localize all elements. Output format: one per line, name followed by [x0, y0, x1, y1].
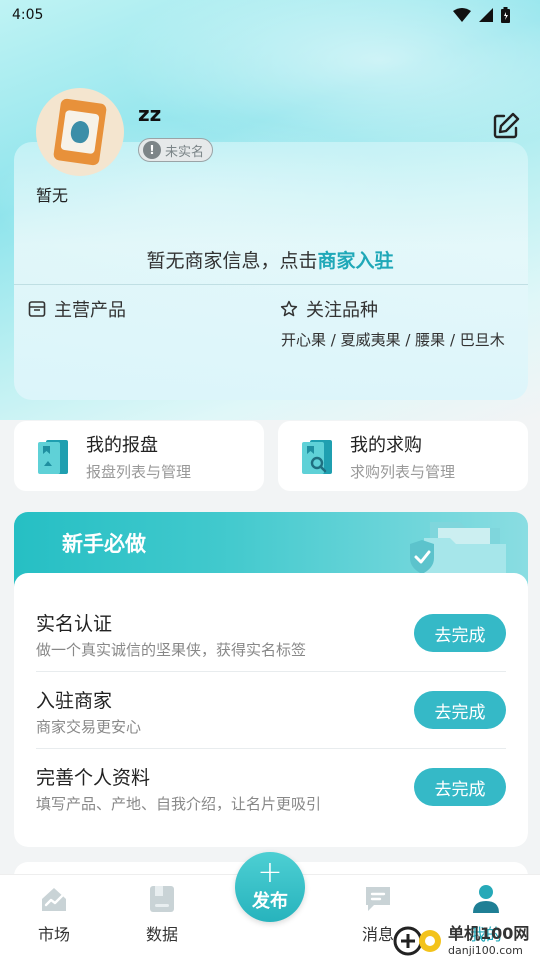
- offer-list-icon: [38, 440, 68, 474]
- newbie-tasks-section: 新手必做 实名认证 做一个真实诚信的坚果侠，获得实名标签 去完成 入驻商家 商家…: [14, 512, 528, 847]
- task-subtitle: 商家交易更安心: [36, 718, 142, 736]
- status-bar: 4:05: [0, 0, 540, 30]
- complete-verification-button[interactable]: 去完成: [414, 614, 506, 652]
- my-purchases-card[interactable]: 我的求购 求购列表与管理: [278, 421, 528, 491]
- my-purchases-subtitle: 求购列表与管理: [350, 462, 456, 481]
- merchant-join-link[interactable]: 商家入驻: [318, 250, 394, 272]
- publish-button[interactable]: + 发布: [235, 852, 305, 922]
- user-icon: [473, 885, 499, 913]
- task-row: 入驻商家 商家交易更安心 去完成: [36, 672, 506, 749]
- task-row: 实名认证 做一个真实诚信的坚果侠，获得实名标签 去完成: [36, 595, 506, 672]
- newbie-task-list: 实名认证 做一个真实诚信的坚果侠，获得实名标签 去完成 入驻商家 商家交易更安心…: [14, 573, 528, 847]
- username: zz: [138, 102, 162, 126]
- divider: [14, 284, 528, 285]
- task-title: 实名认证: [36, 613, 113, 635]
- shop-icon: [28, 301, 46, 317]
- tab-label: 消息: [361, 925, 394, 944]
- market-icon: [42, 888, 66, 911]
- my-offers-title: 我的报盘: [86, 434, 158, 456]
- warning-icon: !: [143, 141, 161, 159]
- follow-varieties[interactable]: 关注品种: [280, 296, 378, 322]
- wifi-icon: [453, 8, 471, 22]
- complete-merchant-button[interactable]: 去完成: [414, 691, 506, 729]
- follow-varieties-label: 关注品种: [306, 300, 378, 321]
- task-subtitle: 填写产品、产地、自我介绍，让名片更吸引: [36, 795, 322, 813]
- status-time: 4:05: [12, 7, 44, 23]
- complete-profile-button[interactable]: 去完成: [414, 768, 506, 806]
- message-icon: [366, 887, 390, 911]
- task-subtitle: 做一个真实诚信的坚果侠，获得实名标签: [36, 641, 307, 659]
- tab-market[interactable]: 市场: [14, 883, 94, 945]
- plus-icon: +: [257, 855, 283, 890]
- main-products[interactable]: 主营产品: [28, 296, 126, 322]
- task-row: 完善个人资料 填写产品、产地、自我介绍，让名片更吸引 去完成: [36, 749, 506, 826]
- tab-data[interactable]: 数据: [122, 883, 202, 945]
- watermark-name: 单机100网: [448, 924, 530, 943]
- tab-label: 市场: [37, 925, 70, 944]
- battery-icon: [501, 7, 510, 23]
- signal-icon: [479, 8, 493, 22]
- badge-avatar-icon: [52, 98, 108, 166]
- watermark-url: danji100.com: [448, 944, 523, 957]
- tab-label: 数据: [145, 925, 178, 944]
- profile-bio: 暂无: [36, 186, 69, 205]
- merchant-info: 暂无商家信息，点击商家入驻: [0, 246, 540, 273]
- my-purchases-title: 我的求购: [350, 434, 422, 456]
- watermark-logo: [393, 926, 441, 955]
- publish-label: 发布: [252, 891, 288, 912]
- realname-status-label: 未实名: [165, 144, 205, 160]
- merchant-text: 暂无商家信息，点击: [146, 250, 318, 272]
- main-products-label: 主营产品: [54, 300, 126, 321]
- newbie-title: 新手必做: [62, 532, 146, 556]
- realname-status-badge[interactable]: ! 未实名: [138, 138, 214, 162]
- task-title: 完善个人资料: [36, 767, 151, 789]
- watermark: 单机100网 danji100.com: [392, 920, 529, 957]
- my-offers-subtitle: 报盘列表与管理: [86, 462, 192, 481]
- purchase-search-icon: [302, 440, 332, 474]
- followed-varieties-list: 开心果 / 夏威夷果 / 腰果 / 巴旦木: [281, 331, 505, 349]
- task-title: 入驻商家: [36, 690, 113, 712]
- avatar[interactable]: [36, 88, 124, 176]
- data-icon: [150, 886, 174, 912]
- star-icon: [280, 300, 298, 317]
- my-offers-card[interactable]: 我的报盘 报盘列表与管理: [14, 421, 264, 491]
- edit-icon[interactable]: [490, 110, 522, 142]
